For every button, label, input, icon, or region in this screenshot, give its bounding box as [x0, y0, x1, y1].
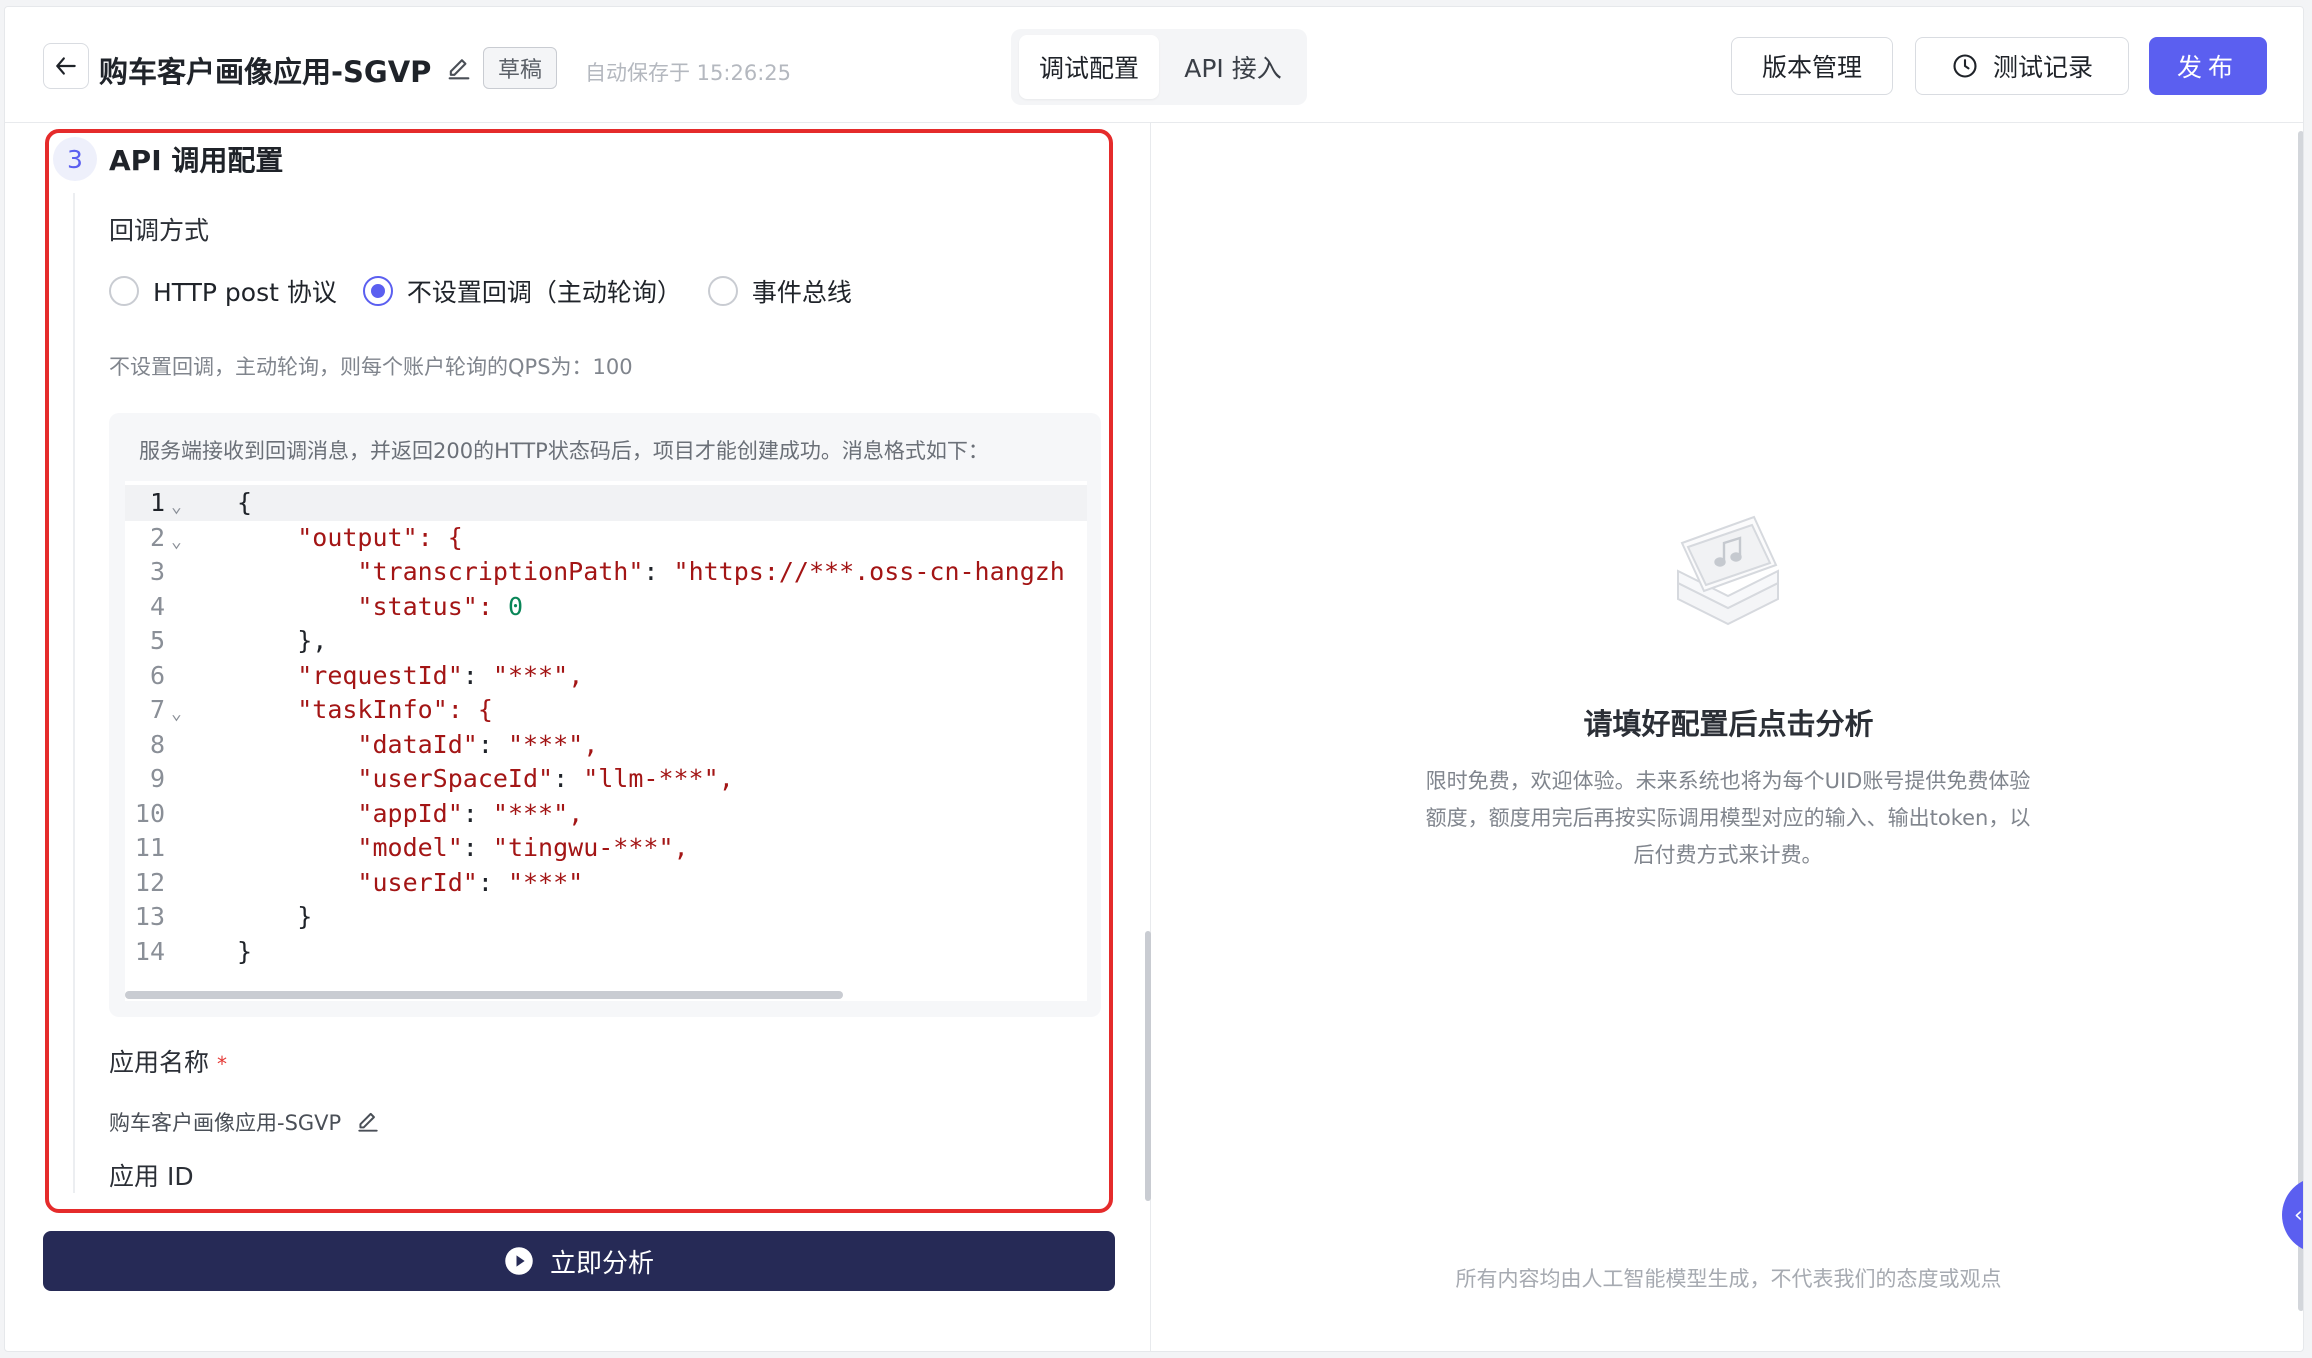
line-number: 5	[149, 626, 165, 655]
line-number: 14	[134, 936, 165, 966]
radio-http-post[interactable]: HTTP post 协议	[109, 273, 337, 309]
version-management-label: 版本管理	[1761, 53, 1862, 82]
result-scrollbar[interactable]	[2298, 131, 2303, 1311]
edit-name-icon[interactable]	[355, 1109, 381, 1135]
publish-button[interactable]: 发布	[2149, 37, 2267, 95]
code-text: "dataId": "***",	[357, 729, 599, 759]
version-management-button[interactable]: 版本管理	[1731, 37, 1893, 95]
code-text: "userSpaceId": "llm-***",	[357, 764, 734, 793]
horizontal-scrollbar[interactable]	[125, 991, 843, 999]
app-name-text: 购车客户画像应用-SGVP	[109, 1111, 342, 1135]
line-number: 7	[149, 695, 165, 724]
code-line: 2 ⌄ "output": {	[125, 520, 1087, 556]
code-text: "taskInfo": {	[297, 695, 493, 724]
required-mark: *	[217, 1052, 228, 1076]
radio-indicator	[362, 276, 393, 306]
line-number: 9	[149, 764, 165, 793]
edit-title-icon[interactable]	[445, 55, 473, 83]
code-text: }	[237, 902, 313, 931]
code-line: 8 "dataId": "***",	[125, 727, 1087, 763]
app-name-value: 购车客户画像应用-SGVP	[109, 1107, 381, 1137]
publish-label: 发布	[2176, 53, 2239, 82]
collapse-panel-toggle[interactable]: ‹	[2282, 1177, 2303, 1253]
clock-icon	[1953, 54, 1977, 78]
callback-radio-group: HTTP post 协议 不设置回调（主动轮询） 事件总线	[109, 271, 878, 311]
app-window: 购车客户画像应用-SGVP 草稿 自动保存于 15:26:25 调试配置 API…	[4, 6, 2304, 1352]
code-line: 7 ⌄ "taskInfo": {	[125, 692, 1087, 728]
line-number: 6	[149, 660, 165, 690]
tab-debug-config[interactable]: 调试配置	[1019, 35, 1159, 99]
panel-scrollbar[interactable]	[1145, 931, 1151, 1201]
code-line: 5 },	[125, 623, 1087, 659]
json-code-editor[interactable]: 1 ⌄{2 ⌄ "output": {3 "transcriptionPath": …	[125, 481, 1087, 1001]
code-text: "requestId": "***",	[297, 660, 584, 690]
line-number: 13	[134, 902, 165, 931]
qps-hint: 不设置回调，主动轮询，则每个账户轮询的QPS为：100	[109, 355, 633, 379]
code-text: "appId": "***",	[357, 798, 584, 828]
code-line: 12 "userId": "***"	[125, 865, 1087, 901]
code-text: },	[237, 626, 328, 655]
test-records-button[interactable]: 测试记录	[1915, 37, 2129, 95]
mode-tabs: 调试配置 API 接入	[1011, 29, 1307, 105]
section-divider	[73, 193, 75, 1193]
test-records-label: 测试记录	[1992, 53, 2093, 82]
code-line: 9 "userSpaceId": "llm-***",	[125, 761, 1087, 797]
arrow-left-icon	[56, 57, 76, 75]
code-line: 14}	[125, 934, 1087, 970]
empty-music-illustration-icon	[1677, 515, 1779, 626]
radio-indicator	[707, 276, 738, 306]
step-number: 3	[53, 137, 97, 181]
tab-api-access[interactable]: API 接入	[1165, 35, 1301, 99]
result-panel: 请填好配置后点击分析 限时免费，欢迎体验。未来系统也将为每个UID账号提供免费体…	[1152, 123, 2303, 1351]
play-icon	[505, 1247, 533, 1275]
line-number: 12	[134, 867, 165, 897]
radio-label: HTTP post 协议	[153, 278, 337, 307]
code-line: 4 "status": 0	[125, 589, 1087, 625]
code-line: 3 "transcriptionPath": "https://***.oss-…	[125, 554, 1087, 590]
code-text: "transcriptionPath": "https://***.oss-cn…	[357, 557, 1065, 586]
radio-indicator	[109, 276, 139, 306]
code-line: 10 "appId": "***",	[125, 796, 1087, 832]
config-panel: 3 API 调用配置 回调方式 HTTP post 协议 不设置回调（主动轮询）…	[5, 123, 1151, 1351]
code-text: "output": {	[297, 522, 463, 552]
message-format-note: 服务端接收到回调消息，并返回200的HTTP状态码后，项目才能创建成功。消息格式…	[139, 439, 989, 463]
app-name-label-text: 应用名称	[109, 1048, 210, 1077]
callback-label: 回调方式	[109, 216, 210, 245]
radio-event-bus[interactable]: 事件总线	[707, 273, 852, 309]
code-text: "model": "tingwu-***",	[357, 833, 689, 862]
code-text: "userId": "***"	[357, 867, 584, 897]
code-line: 11 "model": "tingwu-***",	[125, 830, 1087, 866]
ai-disclaimer: 所有内容均由人工智能模型生成，不代表我们的态度或观点	[1455, 1267, 2002, 1291]
line-number: 2	[149, 522, 165, 552]
message-format-card: 服务端接收到回调消息，并返回200的HTTP状态码后，项目才能创建成功。消息格式…	[109, 413, 1101, 1017]
autosave-status: 自动保存于 15:26:25	[585, 61, 791, 85]
radio-label: 不设置回调（主动轮询）	[406, 278, 682, 307]
code-text: "status": 0	[357, 591, 524, 621]
section-title: API 调用配置	[109, 144, 284, 177]
top-header: 购车客户画像应用-SGVP 草稿 自动保存于 15:26:25 调试配置 API…	[5, 7, 2303, 123]
code-text: }	[237, 936, 253, 966]
radio-label: 事件总线	[751, 278, 852, 307]
line-number: 10	[134, 798, 165, 828]
analyze-button[interactable]: 立即分析	[43, 1231, 1115, 1291]
app-id-label: 应用 ID	[109, 1162, 194, 1191]
line-number: 3	[149, 557, 165, 586]
line-number: 1	[149, 488, 165, 517]
code-line: 6 "requestId": "***",	[125, 658, 1087, 694]
code-line: 13 }	[125, 899, 1087, 935]
app-title: 购车客户画像应用-SGVP	[99, 55, 432, 89]
radio-no-callback[interactable]: 不设置回调（主动轮询）	[362, 273, 682, 309]
line-number: 4	[149, 591, 165, 621]
analyze-label: 立即分析	[549, 1248, 654, 1279]
chevron-left-icon: ‹	[2294, 1202, 2303, 1228]
line-number: 11	[134, 833, 165, 862]
back-button[interactable]	[43, 43, 89, 89]
app-name-label: 应用名称 *	[109, 1043, 227, 1079]
empty-state-title: 请填好配置后点击分析	[1583, 707, 1874, 741]
code-line: 1 ⌄{	[125, 485, 1087, 521]
code-text: {	[237, 488, 253, 517]
draft-badge: 草稿	[483, 47, 558, 89]
line-number: 8	[149, 729, 165, 759]
empty-state-description: 限时免费，欢迎体验。未来系统也将为每个UID账号提供免费体验额度，额度用完后再按…	[1425, 769, 2031, 867]
